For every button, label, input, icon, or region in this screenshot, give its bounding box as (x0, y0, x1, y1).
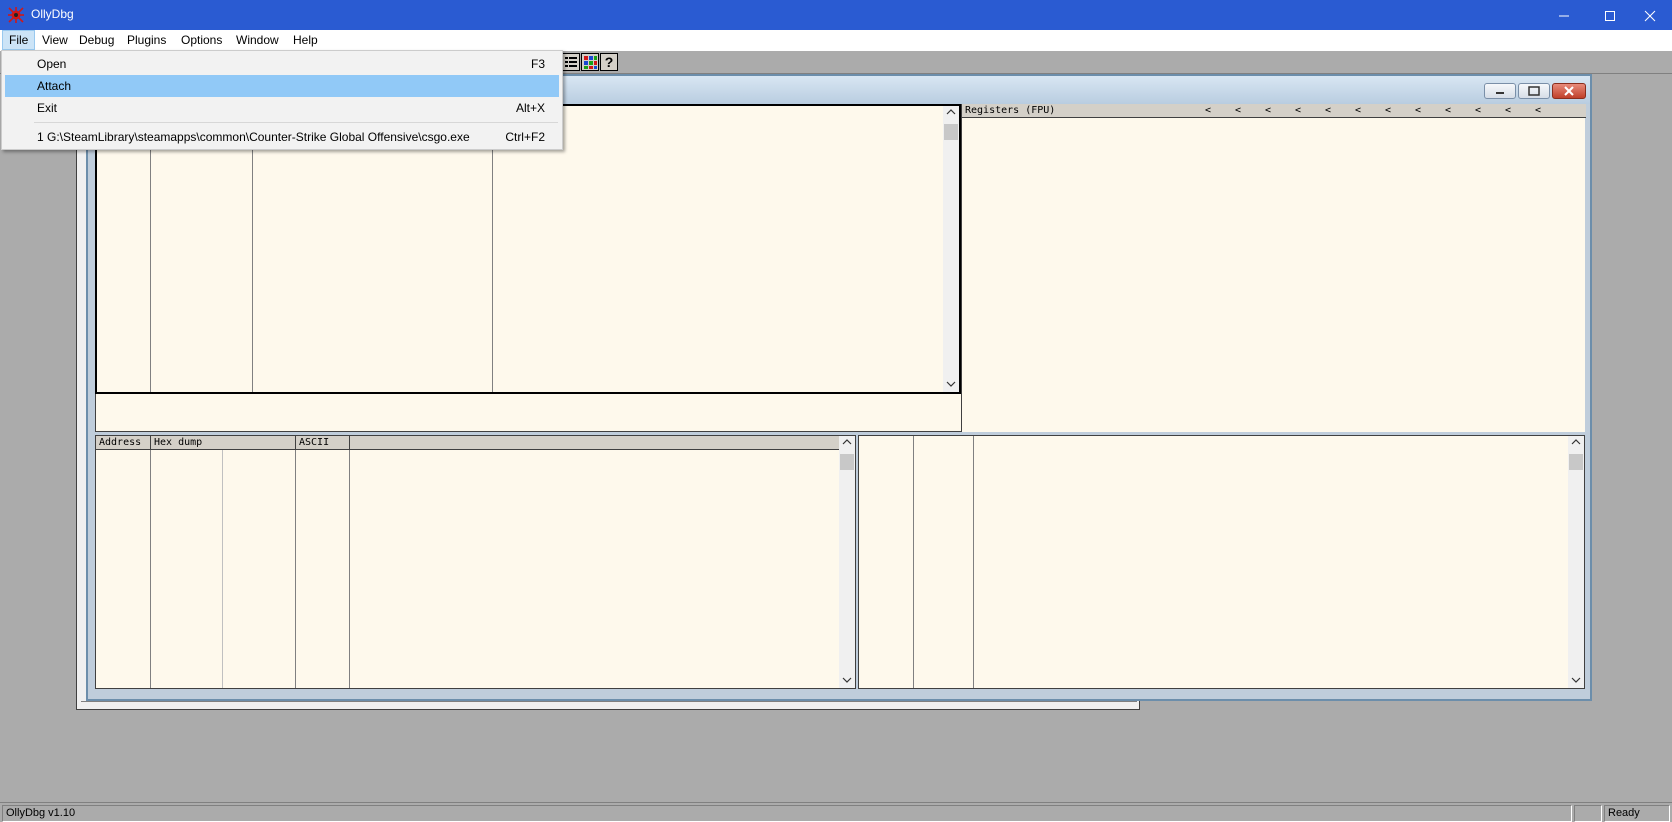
cpu-close-button[interactable] (1552, 83, 1586, 99)
dump-header-ascii[interactable]: ASCII (296, 436, 350, 449)
register-arrow[interactable]: < (1415, 104, 1421, 117)
list-view-button[interactable] (562, 53, 580, 71)
register-arrow[interactable]: < (1235, 104, 1241, 117)
menu-view[interactable]: View (36, 30, 74, 50)
menu-window[interactable]: Window (230, 30, 285, 50)
restore-icon (1528, 86, 1540, 96)
status-text: OllyDbg v1.10 (2, 805, 1572, 822)
menu-bar: File View Debug Plugins Options Window H… (0, 30, 1672, 50)
grid-colors-icon (584, 56, 597, 69)
column-divider (295, 450, 296, 688)
minimize-button[interactable] (1540, 0, 1586, 30)
scroll-thumb[interactable] (944, 124, 958, 140)
menu-separator (34, 122, 558, 123)
menu-item-shortcut: Ctrl+F2 (505, 130, 545, 144)
stack-pane[interactable] (858, 435, 1585, 689)
menu-item-label: 1 G:\SteamLibrary\steamapps\common\Count… (37, 130, 470, 144)
register-arrow[interactable]: < (1475, 104, 1481, 117)
scroll-thumb[interactable] (1569, 454, 1583, 470)
menu-item-exit[interactable]: Exit Alt+X (5, 97, 559, 119)
menu-file[interactable]: File (2, 30, 36, 50)
scroll-up-icon[interactable] (946, 108, 956, 119)
scroll-thumb[interactable] (840, 454, 854, 470)
cpu-minimize-button[interactable] (1484, 83, 1516, 99)
registers-header[interactable]: Registers (FPU) < < < < < < < < < < < < (962, 104, 1586, 118)
dump-header-hex[interactable]: Hex dump (151, 436, 296, 449)
column-divider (222, 450, 223, 688)
registers-pane[interactable]: Registers (FPU) < < < < < < < < < < < < (961, 104, 1586, 432)
register-arrow[interactable]: < (1385, 104, 1391, 117)
scroll-up-icon[interactable] (1571, 438, 1581, 449)
close-icon (1644, 10, 1656, 22)
dump-header: Address Hex dump ASCII (96, 436, 840, 450)
list-icon (565, 57, 577, 67)
scroll-down-icon[interactable] (1571, 676, 1581, 687)
dump-header-address[interactable]: Address (96, 436, 151, 449)
menu-help[interactable]: Help (287, 30, 324, 50)
register-arrow[interactable]: < (1295, 104, 1301, 117)
status-cell-empty (1574, 805, 1602, 822)
ollydbg-bug-icon (8, 7, 24, 23)
status-bar: OllyDbg v1.10 Ready (0, 802, 1672, 822)
menu-item-shortcut: Alt+X (515, 101, 545, 115)
scroll-up-icon[interactable] (842, 438, 852, 449)
scroll-down-icon[interactable] (842, 676, 852, 687)
cpu-restore-button[interactable] (1518, 83, 1550, 99)
close-icon (1564, 86, 1574, 96)
menu-item-label: Exit (37, 101, 58, 115)
scroll-down-icon[interactable] (946, 380, 956, 391)
register-arrow[interactable]: < (1355, 104, 1361, 117)
menu-item-attach[interactable]: Attach (5, 75, 559, 97)
menu-item-shortcut: F3 (530, 57, 545, 71)
registers-title: Registers (FPU) (965, 105, 1056, 116)
menu-item-open[interactable]: Open F3 (5, 53, 559, 75)
dump-pane[interactable]: Address Hex dump ASCII (95, 435, 856, 689)
menu-item-label: Open (37, 57, 67, 71)
title-bar: OllyDbg (0, 0, 1672, 30)
window-title: OllyDbg (31, 7, 74, 21)
info-pane (95, 394, 961, 432)
column-divider (973, 436, 974, 688)
disassembly-scrollbar[interactable] (943, 106, 959, 392)
close-button[interactable] (1626, 0, 1672, 30)
column-divider (150, 450, 151, 688)
register-arrow[interactable]: < (1445, 104, 1451, 117)
file-dropdown-menu: Open F3 Attach Exit Alt+X 1 G:\SteamLibr… (1, 50, 563, 150)
column-divider (913, 436, 914, 688)
background-window-footer (81, 701, 1137, 708)
menu-plugins[interactable]: Plugins (121, 30, 172, 50)
help-button[interactable]: ? (600, 53, 618, 71)
menu-item-label: Attach (37, 79, 72, 93)
menu-item-recent-file[interactable]: 1 G:\SteamLibrary\steamapps\common\Count… (5, 126, 559, 148)
help-icon: ? (604, 54, 614, 70)
menu-debug[interactable]: Debug (73, 30, 120, 50)
register-arrow[interactable]: < (1505, 104, 1511, 117)
status-ready: Ready (1604, 805, 1670, 822)
minimize-icon (1559, 15, 1569, 17)
register-arrow[interactable]: < (1535, 104, 1541, 117)
menu-options[interactable]: Options (175, 30, 228, 50)
column-divider (349, 450, 350, 688)
stack-scrollbar[interactable] (1568, 436, 1584, 688)
maximize-icon (1605, 11, 1615, 21)
minimize-icon (1496, 92, 1504, 94)
cpu-window: Registers (FPU) < < < < < < < < < < < < … (86, 74, 1592, 701)
register-arrow[interactable]: < (1205, 104, 1211, 117)
register-arrow[interactable]: < (1325, 104, 1331, 117)
register-arrow[interactable]: < (1265, 104, 1271, 117)
dump-scrollbar[interactable] (839, 436, 855, 688)
color-grid-button[interactable] (581, 53, 599, 71)
